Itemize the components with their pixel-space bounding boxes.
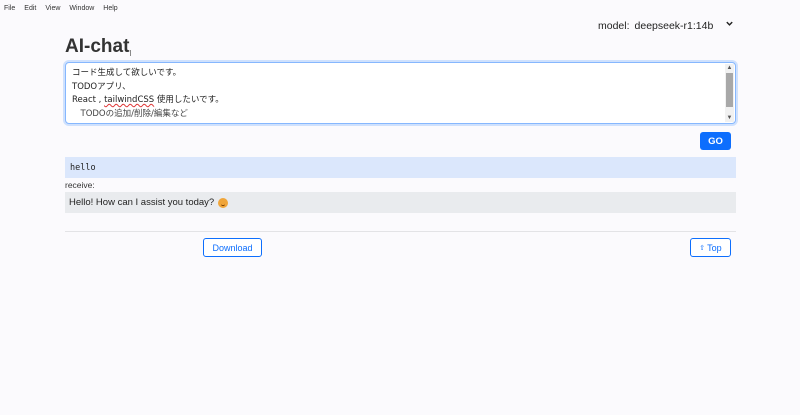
scroll-up-icon[interactable]: ▲	[725, 64, 734, 72]
top-button-label: Top	[707, 242, 722, 253]
smiling-face-icon	[218, 197, 229, 208]
model-value: deepseek-r1:14b	[634, 20, 714, 32]
title-text: AI-chat	[65, 36, 130, 57]
sent-message-text: hello	[70, 162, 96, 173]
reply-message-text: Hello! How can I assist you today?	[69, 197, 215, 208]
textarea-scrollbar[interactable]: ▲ ▼	[725, 64, 734, 122]
top-button[interactable]: ⇧ Top	[690, 238, 731, 257]
go-button[interactable]: GO	[700, 132, 731, 150]
arrow-up-icon: ⇧	[699, 244, 706, 252]
text-cursor-icon: I	[129, 49, 132, 58]
menu-window[interactable]: Window	[69, 5, 94, 12]
model-select[interactable]: model: deepseek-r1:14b	[598, 18, 736, 34]
menu-bar: File Edit View Window Help	[0, 0, 800, 16]
sent-message: hello	[65, 157, 736, 178]
prompt-line: コード生成して欲しいです。	[72, 68, 182, 78]
prompt-text: コード生成して欲しいです。 TODOアプリ、 React , tailwindC…	[72, 67, 224, 121]
chevron-down-icon	[725, 19, 734, 30]
misspelled-word: tailwindCSS	[104, 95, 155, 105]
page-title: AI-chatI	[65, 36, 132, 58]
receive-label: receive:	[65, 180, 95, 190]
download-button[interactable]: Download	[203, 238, 262, 257]
scrollbar-thumb[interactable]	[726, 73, 733, 107]
menu-edit[interactable]: Edit	[24, 5, 36, 12]
divider	[65, 231, 736, 232]
prompt-line: TODOの追加/削除/編集など	[72, 108, 188, 119]
prompt-line: TODOアプリ、	[72, 81, 131, 92]
reply-message: Hello! How can I assist you today?	[65, 192, 736, 213]
menu-view[interactable]: View	[45, 5, 60, 12]
menu-help[interactable]: Help	[103, 5, 117, 12]
menu-file[interactable]: File	[4, 5, 15, 12]
prompt-textarea[interactable]: コード生成して欲しいです。 TODOアプリ、 React , tailwindC…	[65, 62, 736, 124]
scroll-down-icon[interactable]: ▼	[725, 114, 734, 122]
prompt-line: React , tailwindCSS 使用したいです。	[72, 95, 224, 105]
model-label: model:	[598, 20, 630, 32]
